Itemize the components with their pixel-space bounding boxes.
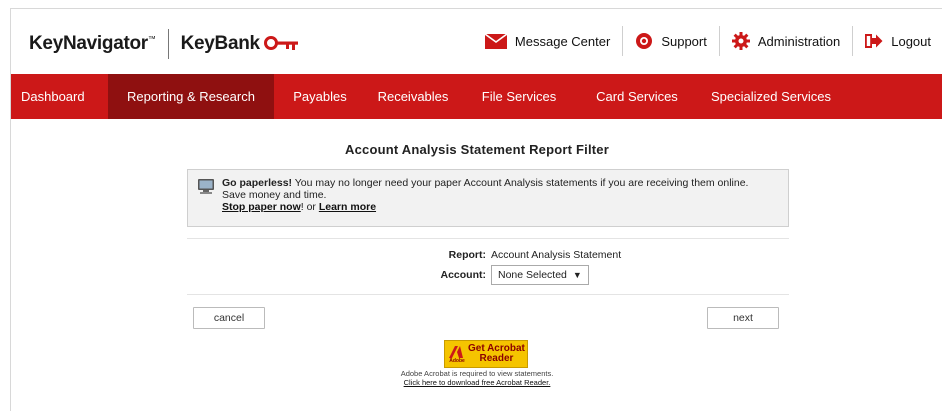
administration-link[interactable]: Administration xyxy=(718,26,852,56)
brand-divider xyxy=(167,29,169,59)
account-select[interactable]: None Selected ▼ xyxy=(491,265,589,285)
administration-label: Administration xyxy=(757,33,841,49)
acrobat-badge-text: Get Acrobat Reader xyxy=(468,344,525,364)
lifebuoy-icon xyxy=(635,32,653,50)
nav-receivables[interactable]: Receivables xyxy=(366,74,460,119)
notice-body: You may no longer need your paper Accoun… xyxy=(292,177,749,189)
notice-text: Go paperless! You may no longer need you… xyxy=(222,177,748,213)
acrobat-note-text: Adobe Acrobat is required to view statem… xyxy=(400,369,554,378)
logout-label: Logout xyxy=(891,33,931,49)
learn-more-link[interactable]: Learn more xyxy=(319,201,376,213)
brand-keynavigator: KeyNavigator™ xyxy=(29,33,156,54)
adobe-logo-icon: Adobe xyxy=(448,345,466,364)
stop-paper-link[interactable]: Stop paper now xyxy=(222,201,301,213)
account-label: Account: xyxy=(440,269,487,281)
next-button[interactable]: next xyxy=(707,307,779,329)
nav-payables[interactable]: Payables xyxy=(274,74,366,119)
cancel-button[interactable]: cancel xyxy=(193,307,265,329)
divider-bottom xyxy=(187,294,789,295)
app-frame: KeyNavigator™ KeyBank Message Center Sup… xyxy=(10,8,942,411)
utility-nav: Message Center Support Administration Lo… xyxy=(473,26,942,56)
nav-card-services[interactable]: Card Services xyxy=(578,74,696,119)
download-acrobat-link[interactable]: Click here to download free Acrobat Read… xyxy=(404,378,551,387)
envelope-icon xyxy=(484,33,507,49)
support-label: Support xyxy=(661,33,707,49)
acrobat-note: Adobe Acrobat is required to view statem… xyxy=(11,369,942,387)
header: KeyNavigator™ KeyBank Message Center Sup… xyxy=(11,9,942,74)
brand-keybank: KeyBank xyxy=(180,33,261,54)
support-link[interactable]: Support xyxy=(622,26,719,56)
message-center-label: Message Center xyxy=(514,33,611,49)
gear-icon xyxy=(731,32,750,50)
notice-headline: Go paperless! xyxy=(222,177,293,189)
logout-icon xyxy=(865,33,883,49)
logout-link[interactable]: Logout xyxy=(852,26,942,56)
key-logo-icon xyxy=(263,35,300,56)
notice-body-2: Save money and time. xyxy=(222,189,327,201)
nav-reporting-research[interactable]: Reporting & Research xyxy=(108,74,274,119)
account-select-value: None Selected xyxy=(498,269,567,281)
report-value: Account Analysis Statement xyxy=(491,249,622,261)
computer-icon xyxy=(197,178,217,199)
get-acrobat-badge[interactable]: Adobe Get Acrobat Reader xyxy=(444,340,528,368)
report-label: Report: xyxy=(448,249,486,261)
main-nav: Dashboard Reporting & Research Payables … xyxy=(11,74,942,119)
nav-specialized-services[interactable]: Specialized Services xyxy=(696,74,846,119)
acrobat-badge-line-2: Reader xyxy=(479,353,514,364)
nav-file-services[interactable]: File Services xyxy=(460,74,578,119)
brand: KeyNavigator™ KeyBank xyxy=(29,29,300,59)
divider-top xyxy=(187,238,789,239)
nav-dashboard[interactable]: Dashboard xyxy=(11,74,108,119)
notice-between: ! or xyxy=(300,201,319,213)
page-title: Account Analysis Statement Report Filter xyxy=(345,142,609,157)
caret-down-icon: ▼ xyxy=(572,270,582,280)
adobe-brand: Adobe xyxy=(449,357,465,364)
message-center-link[interactable]: Message Center xyxy=(473,26,622,56)
paperless-notice: Go paperless! You may no longer need you… xyxy=(187,169,789,227)
